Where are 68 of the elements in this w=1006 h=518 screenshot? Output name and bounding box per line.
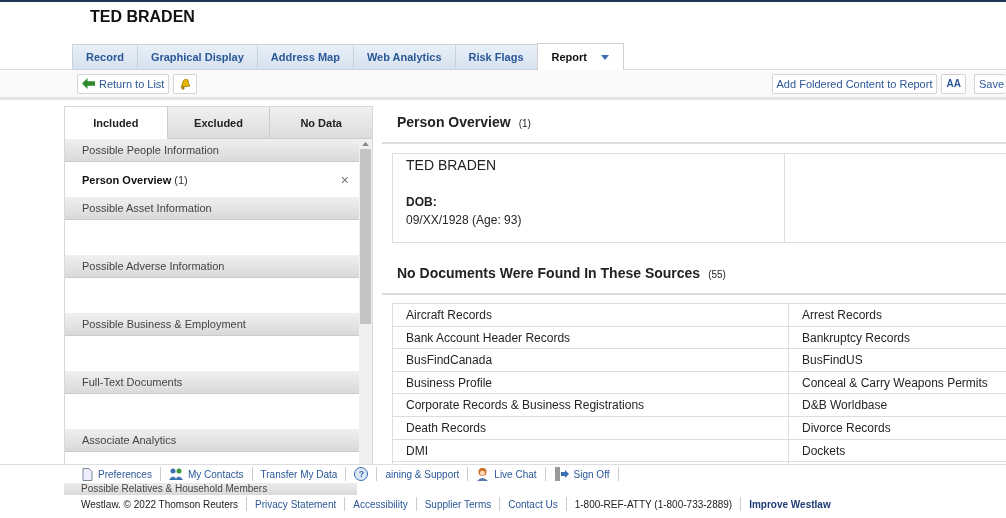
source-cell: Business Profile (393, 371, 789, 395)
help-button[interactable]: ? (354, 467, 369, 481)
source-cell: Aircraft Records (393, 304, 789, 327)
source-cell: Bank Account Header Records (393, 326, 789, 350)
scrollbar-thumb[interactable] (360, 149, 371, 324)
source-cell: Arrest Records (789, 304, 1006, 327)
source-cell: Conceal & Carry Weapons Permits (789, 371, 1006, 395)
person-icon (476, 467, 490, 481)
save-button[interactable]: Save (973, 73, 1006, 94)
page-icon (82, 467, 93, 481)
report-tab[interactable]: Report (536, 43, 624, 70)
footer-link[interactable]: aining & Support (385, 468, 460, 480)
filter-tab[interactable]: Excluded (166, 107, 270, 139)
section-header: Possible Business & Employment (65, 313, 359, 336)
source-cell: Divorce Records (789, 416, 1006, 440)
section-header: Possible Adverse Information (65, 255, 359, 278)
result-count: (55) (708, 269, 726, 280)
source-cell: BusFindCanada (393, 349, 789, 372)
filter-tab[interactable]: No Data (269, 107, 372, 139)
section-header: Associate Analytics (65, 429, 359, 452)
report-tab[interactable]: Web Analytics (352, 44, 455, 70)
source-cell: DMI (393, 439, 789, 463)
section-header: Possible Relatives & Household Members (64, 483, 357, 495)
section-item[interactable]: Person Overview (1) (82, 173, 188, 186)
record-title: TED BRADEN (90, 8, 196, 27)
footer-text: Westlaw. © 2022 Thomson Reuters (81, 498, 239, 510)
source-cell: Dockets (789, 439, 1006, 463)
report-tab[interactable]: Risk Flags (454, 44, 537, 70)
result-count: (1) (518, 118, 531, 129)
footer-link[interactable]: Accessibility (353, 498, 408, 510)
source-cell: BusFindUS (789, 349, 1006, 372)
caret-icon (601, 54, 609, 60)
report-tab[interactable]: Address Map (256, 44, 353, 70)
source-cell: Bankruptcy Records (789, 326, 1006, 350)
dob-value: 09/XX/1928 (Age: 93) (406, 213, 523, 227)
scrollbar[interactable] (359, 139, 372, 464)
section-title: Person Overview (397, 114, 511, 130)
scroll-up-icon (362, 142, 369, 146)
people-icon (168, 468, 183, 480)
section-header: Possible Asset Information (65, 197, 359, 220)
sign-off-icon (553, 467, 569, 481)
alert-button[interactable] (173, 73, 198, 94)
report-tab[interactable]: Record (72, 44, 137, 70)
section-header: Possible People Information (65, 139, 359, 162)
footer-link[interactable]: Contact Us (508, 498, 558, 510)
report-tab[interactable]: Graphical Display (136, 44, 257, 70)
source-cell: D&B Worldbase (789, 394, 1006, 417)
person-name: TED BRADEN (406, 157, 498, 175)
section-header: Full-Text Documents (65, 371, 359, 394)
section-title: No Documents Were Found In These Sources (397, 265, 701, 281)
bell-icon (178, 76, 193, 91)
source-cell: Corporate Records & Business Registrations (393, 394, 789, 417)
footer-link[interactable]: Preferences (82, 467, 152, 481)
footer-link[interactable]: Supplier Terms (424, 498, 492, 510)
footer-link[interactable]: Sign Off (553, 467, 610, 481)
footer-link[interactable]: Live Chat (476, 467, 537, 481)
return-to-list-button[interactable]: Return to List (77, 73, 170, 94)
footer-link[interactable]: My Contacts (168, 468, 244, 480)
remove-button[interactable]: × (340, 171, 349, 188)
footer-link[interactable]: Improve Westlaw (749, 498, 831, 510)
add-foldered-content-button[interactable]: Add Foldered Content to Report (771, 73, 938, 94)
font-size-button[interactable]: AA (941, 73, 966, 94)
footer-text: 1-800-REF-ATTY (1-800-733-2889) (574, 498, 733, 510)
back-arrow-icon (82, 78, 95, 89)
source-cell: Death Records (393, 416, 789, 440)
footer-link[interactable]: Transfer My Data (260, 468, 338, 480)
footer-link[interactable]: Privacy Statement (255, 498, 337, 510)
dob-label: DOB: (406, 195, 438, 209)
